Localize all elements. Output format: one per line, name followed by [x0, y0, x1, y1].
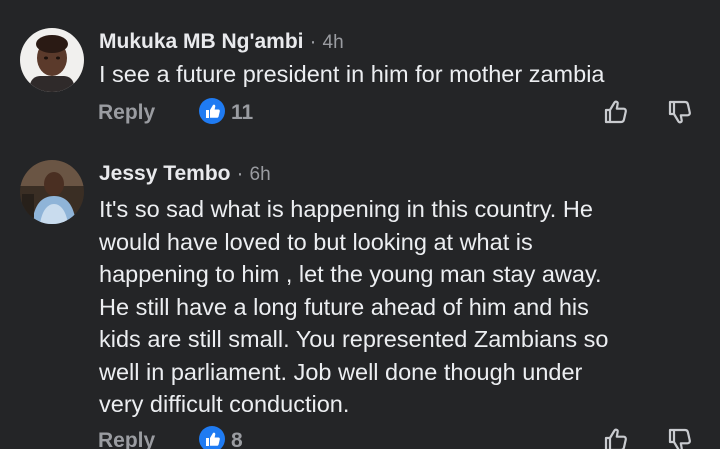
comment-line: would have loved to but looking at what … [99, 228, 533, 255]
thumbs-up-outline-icon[interactable] [602, 426, 630, 449]
avatar[interactable] [20, 28, 84, 92]
author-name[interactable]: Jessy Tembo [99, 162, 231, 186]
like-count: 11 [231, 101, 254, 124]
avatar[interactable] [20, 160, 84, 224]
timestamp[interactable]: 4h [323, 32, 344, 54]
comment: Mukuka MB Ng'ambi · 4h I see a future pr… [0, 0, 720, 140]
reply-button[interactable]: Reply [98, 429, 155, 449]
thumbs-down-outline-icon[interactable] [666, 426, 694, 449]
comment-line: well in parliament. Job well done though… [99, 358, 583, 385]
comment-line: He still have a long future ahead of him… [99, 293, 589, 320]
comment-line: It's so sad what is happening in this co… [99, 196, 593, 222]
comment-text: I see a future president in him for moth… [99, 58, 605, 91]
timestamp[interactable]: 6h [250, 164, 271, 186]
thumbs-down-outline-icon[interactable] [666, 98, 694, 126]
comment: Jessy Tembo · 6h It's so sad what is hap… [0, 150, 720, 449]
author-name[interactable]: Mukuka MB Ng'ambi [99, 30, 304, 54]
comment-text: It's so sad what is happening in this co… [99, 193, 608, 421]
thumbs-up-icon [199, 426, 225, 449]
comment-line: kids are still small. You represented Za… [99, 326, 609, 352]
comment-line: very difficult conduction. [99, 391, 350, 417]
comment-line: I see a future president in him for moth… [99, 61, 605, 87]
separator-dot: · [236, 162, 244, 185]
comment-header: Mukuka MB Ng'ambi · 4h [99, 30, 344, 54]
reply-button[interactable]: Reply [98, 101, 155, 125]
like-count: 8 [231, 429, 243, 449]
comment-actions: Reply 11 [0, 98, 720, 132]
thumbs-up-icon [199, 98, 225, 124]
comment-line: happening to him , let the young man sta… [99, 261, 602, 287]
separator-dot: · [309, 30, 317, 53]
comment-actions: Reply 8 [0, 426, 720, 449]
comment-header: Jessy Tembo · 6h [99, 162, 271, 186]
thumbs-up-outline-icon[interactable] [602, 98, 630, 126]
